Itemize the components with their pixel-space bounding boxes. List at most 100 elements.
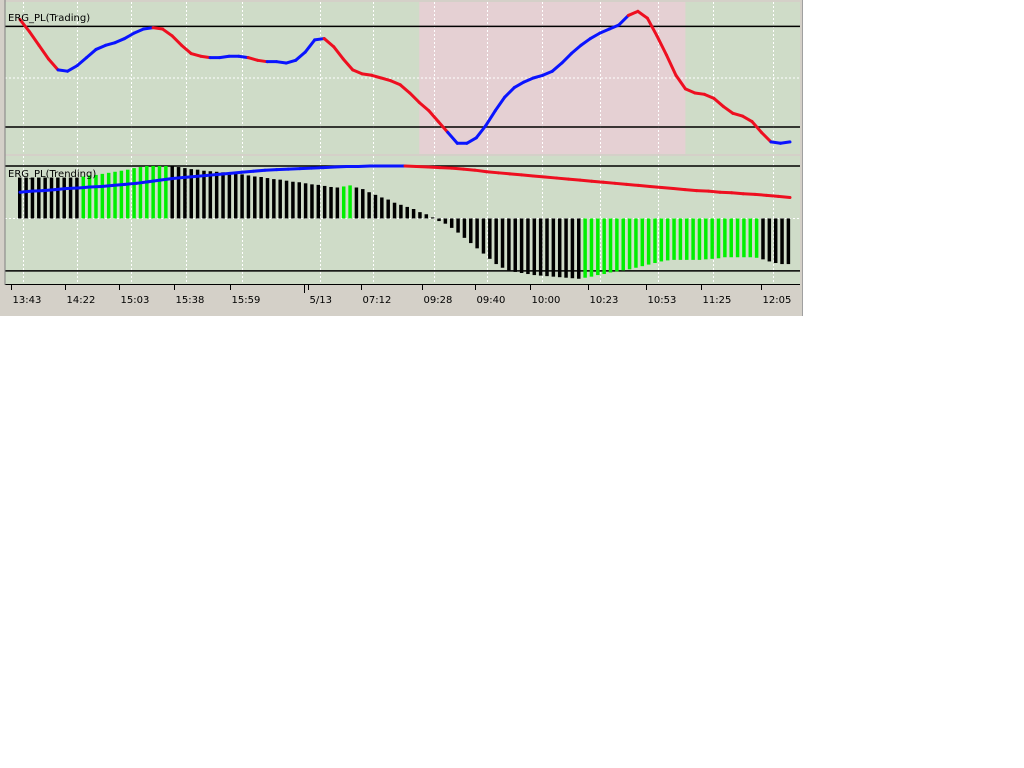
signal-segment xyxy=(718,190,734,195)
chart-window: ERG_PL(Trading) ERG_PL(Trending) 13:43 14… xyxy=(0,0,803,316)
signal-segment xyxy=(450,166,465,171)
histogram-bar xyxy=(551,218,556,277)
histogram-bar xyxy=(608,218,613,273)
histogram-bar xyxy=(94,174,98,219)
histogram-bar xyxy=(672,218,676,260)
histogram-bar xyxy=(18,177,22,219)
signal-segment xyxy=(251,168,267,173)
histogram-bar xyxy=(627,218,632,270)
histogram-bar xyxy=(735,218,740,258)
histogram-bar xyxy=(62,177,66,219)
histogram-bar xyxy=(43,177,47,219)
histogram-bar xyxy=(716,218,721,259)
signal-segment xyxy=(30,189,45,193)
histogram-bar xyxy=(183,168,187,219)
histogram-bar xyxy=(310,184,314,219)
histogram-bar xyxy=(291,181,295,219)
signal-segment xyxy=(555,176,570,181)
signal-segment xyxy=(683,188,699,193)
histogram-bar xyxy=(56,177,60,219)
signal-segment xyxy=(18,189,34,194)
histogram-bar xyxy=(748,218,753,258)
signal-segment xyxy=(741,192,757,196)
histogram-bar xyxy=(723,218,727,258)
histogram-bar xyxy=(106,172,111,219)
histogram-bar xyxy=(786,218,791,265)
signal-segment xyxy=(41,188,57,193)
signal-segment xyxy=(461,167,477,172)
histogram-bar xyxy=(233,173,238,219)
signal-segment xyxy=(53,187,69,192)
histogram-bar xyxy=(75,177,79,219)
signal-segment xyxy=(473,168,489,174)
histogram-bar xyxy=(341,186,346,219)
histogram-bar xyxy=(380,197,384,219)
histogram-bar xyxy=(221,172,225,219)
histogram-bar xyxy=(424,214,429,219)
histogram-bar xyxy=(132,168,136,219)
histogram-bar xyxy=(227,173,232,219)
axis-tick-label: 10:00 xyxy=(532,295,561,306)
signal-segment xyxy=(65,186,80,191)
axis-tick-label: 5/13 xyxy=(310,295,332,306)
axis-tick-label: 09:40 xyxy=(477,295,506,306)
histogram-bar xyxy=(265,178,270,219)
histogram-bar xyxy=(113,171,117,219)
histogram-bar xyxy=(615,218,619,272)
signal-segment xyxy=(123,181,139,186)
signal-segment xyxy=(438,166,454,170)
histogram-bar xyxy=(494,218,498,265)
histogram-bar xyxy=(87,175,92,219)
histogram-bar xyxy=(367,192,371,219)
histogram-bar xyxy=(164,166,168,219)
signal-segment xyxy=(76,185,92,190)
histogram-bar xyxy=(538,218,543,276)
histogram-bar xyxy=(373,194,378,219)
histogram-bar xyxy=(526,218,530,275)
histogram-bar xyxy=(430,217,435,219)
histogram-bar xyxy=(30,177,35,219)
histogram-bar xyxy=(691,218,695,260)
histogram-bar xyxy=(214,171,219,219)
signal-segment xyxy=(508,172,524,177)
histogram-bar xyxy=(602,218,606,275)
histogram-bar xyxy=(272,179,276,219)
histogram-bar xyxy=(138,167,143,219)
signal-segment xyxy=(356,164,372,169)
histogram-bar xyxy=(100,173,105,219)
histogram-bar xyxy=(418,212,422,219)
histogram-bar xyxy=(557,218,562,278)
histogram-bar xyxy=(634,218,638,268)
signal-segment xyxy=(776,194,792,199)
histogram-bar xyxy=(729,218,733,258)
histogram-bar xyxy=(297,182,302,219)
axis-tick-label: 15:03 xyxy=(121,295,150,306)
histogram-bar xyxy=(697,218,702,260)
histogram-bar xyxy=(284,180,289,219)
signal-segment xyxy=(695,189,710,193)
histogram-bar xyxy=(240,174,244,219)
signal-segment xyxy=(543,175,559,180)
axis-tick-label: 15:38 xyxy=(176,295,205,306)
histogram-bar xyxy=(37,177,41,219)
histogram-bar xyxy=(596,218,600,276)
histogram-bar xyxy=(157,166,162,219)
signal-segment xyxy=(496,171,512,176)
histogram-bar xyxy=(469,218,473,244)
chart-left-edge xyxy=(0,0,5,316)
histogram-bar xyxy=(443,218,448,224)
histogram-bar xyxy=(119,170,124,219)
histogram-bar xyxy=(354,187,359,219)
histogram-bar xyxy=(742,218,746,258)
histogram-bar xyxy=(685,218,689,260)
histogram-bar xyxy=(462,218,467,238)
signal-segment xyxy=(275,167,290,172)
signal-segment xyxy=(415,165,430,169)
histogram-bar xyxy=(545,218,549,277)
signal-segment xyxy=(298,166,314,171)
histogram-bar xyxy=(449,218,454,228)
histogram-bar xyxy=(348,185,352,219)
erg-chart: ERG_PL(Trading) ERG_PL(Trending) 13:43 14… xyxy=(0,0,800,316)
histogram-bar xyxy=(329,186,333,219)
histogram-bar xyxy=(202,170,206,219)
